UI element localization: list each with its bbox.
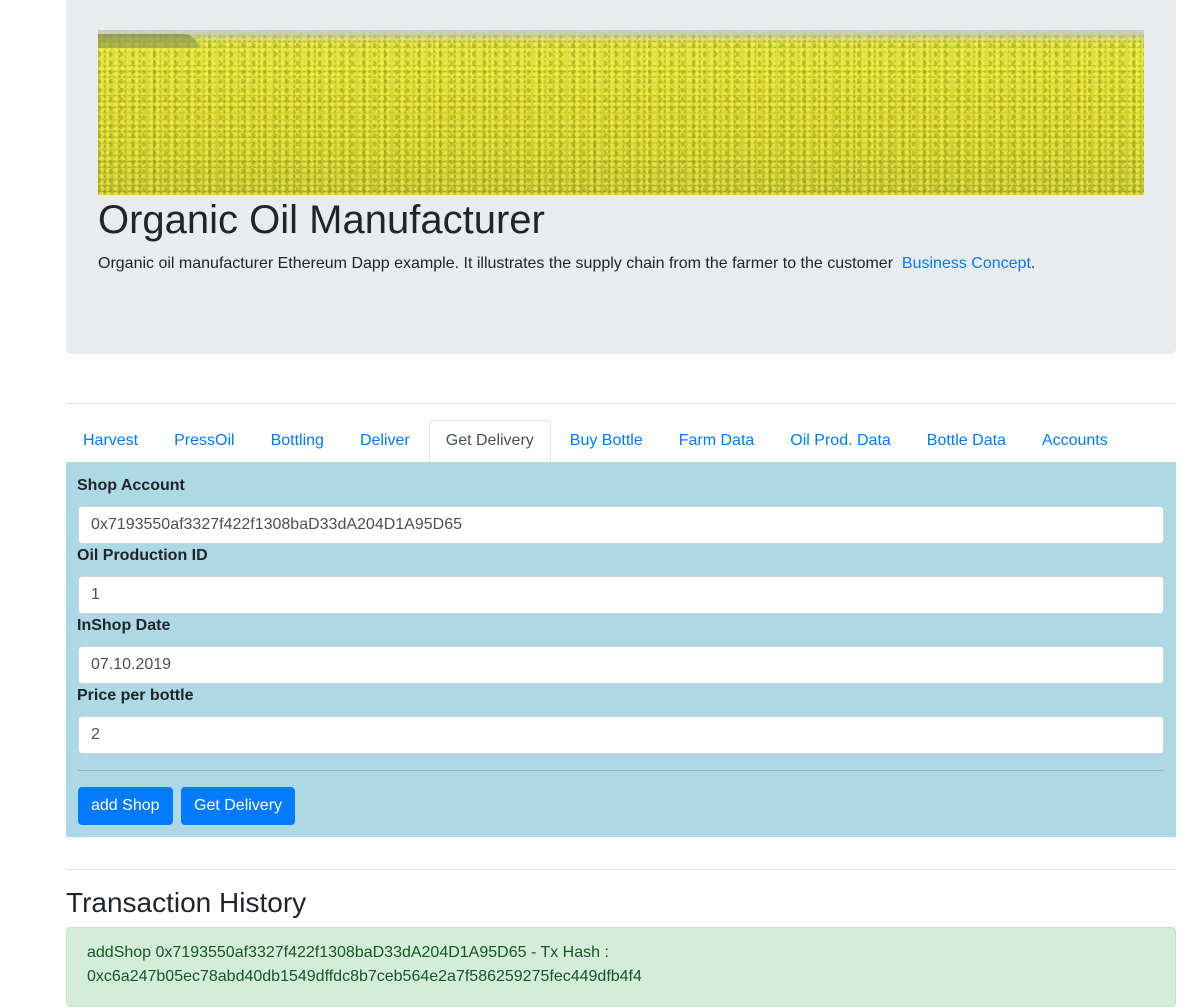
tab-farm-data[interactable]: Farm Data: [662, 420, 772, 462]
tab-deliver[interactable]: Deliver: [343, 420, 427, 462]
page-description: Organic oil manufacturer Ethereum Dapp e…: [98, 254, 1035, 273]
banner-sky: [98, 30, 1144, 42]
divider-bottom: [66, 869, 1176, 870]
price-per-bottle-input[interactable]: [78, 716, 1164, 754]
divider-top: [66, 403, 1176, 404]
banner-treeline: [98, 34, 198, 48]
business-concept-link[interactable]: Business Concept: [902, 255, 1031, 272]
transaction-history-title: Transaction History: [66, 887, 307, 918]
shop-account-label: Shop Account: [77, 477, 185, 494]
tab-get-delivery[interactable]: Get Delivery: [428, 420, 551, 462]
tab-bottling[interactable]: Bottling: [254, 420, 341, 462]
description-text: Organic oil manufacturer Ethereum Dapp e…: [98, 255, 894, 272]
transaction-entry-hash: 0xc6a247b05ec78abd40db1549dffdc8b7ceb564…: [87, 968, 642, 985]
add-shop-button[interactable]: add Shop: [78, 787, 173, 825]
transaction-history-entry: addShop 0x7193550af3327f422f1308baD33dA2…: [66, 927, 1176, 1007]
inshop-date-label: InShop Date: [77, 617, 171, 634]
rapeseed-field-banner-image: [98, 30, 1144, 195]
tab-buy-bottle[interactable]: Buy Bottle: [553, 420, 660, 462]
transaction-entry-line1: addShop 0x7193550af3327f422f1308baD33dA2…: [87, 944, 609, 961]
oil-production-id-label: Oil Production ID: [77, 547, 208, 564]
nav-tabs: Harvest PressOil Bottling Deliver Get De…: [66, 420, 1176, 462]
tab-oil-prod-data[interactable]: Oil Prod. Data: [773, 420, 907, 462]
price-per-bottle-label: Price per bottle: [77, 687, 194, 704]
get-delivery-button[interactable]: Get Delivery: [181, 787, 296, 825]
shop-account-input[interactable]: [78, 506, 1164, 544]
jumbotron: Organic Oil Manufacturer Organic oil man…: [66, 0, 1176, 354]
page-title: Organic Oil Manufacturer: [98, 198, 545, 242]
get-delivery-panel: Shop Account Oil Production ID InShop Da…: [66, 462, 1176, 837]
form-divider: [78, 770, 1164, 771]
oil-production-id-input[interactable]: [78, 576, 1164, 614]
tab-accounts[interactable]: Accounts: [1025, 420, 1125, 462]
description-period: .: [1030, 255, 1036, 272]
tab-pressoil[interactable]: PressOil: [157, 420, 251, 462]
tab-harvest[interactable]: Harvest: [66, 420, 155, 462]
tab-bottle-data[interactable]: Bottle Data: [910, 420, 1023, 462]
inshop-date-input[interactable]: [78, 646, 1164, 684]
